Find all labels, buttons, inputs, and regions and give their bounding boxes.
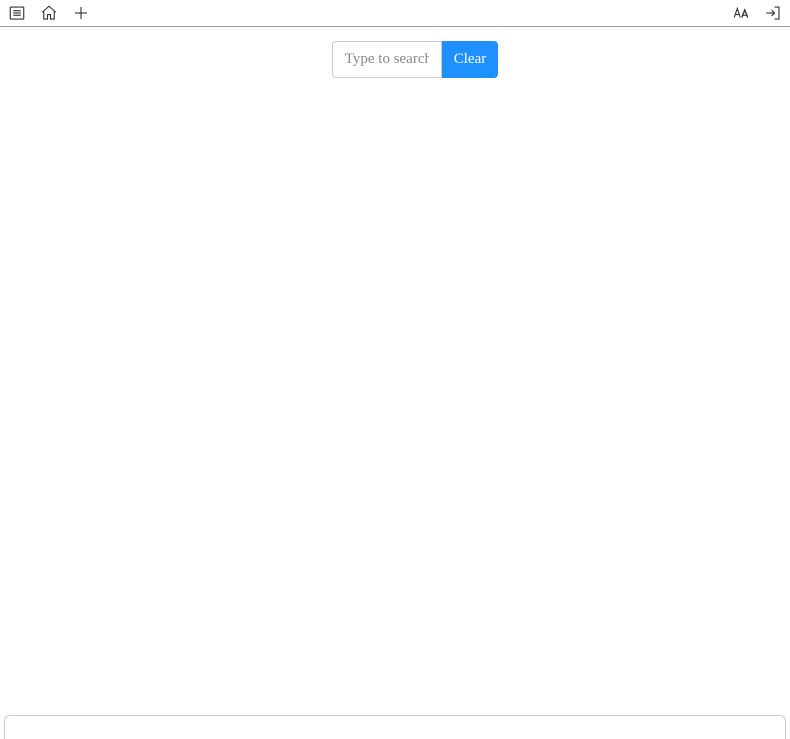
toolbar-right-group	[732, 4, 786, 22]
add-icon[interactable]	[72, 4, 90, 22]
text-size-icon[interactable]	[732, 4, 750, 22]
toolbar-left-group	[4, 4, 90, 22]
list-icon[interactable]	[8, 4, 26, 22]
search-row: Clear	[332, 41, 498, 78]
main-content: Clear	[0, 27, 790, 715]
login-icon[interactable]	[764, 4, 782, 22]
home-icon[interactable]	[40, 4, 58, 22]
top-toolbar	[0, 0, 790, 27]
bottom-panel	[4, 715, 786, 739]
search-input[interactable]	[332, 41, 442, 78]
clear-button[interactable]: Clear	[442, 41, 498, 78]
